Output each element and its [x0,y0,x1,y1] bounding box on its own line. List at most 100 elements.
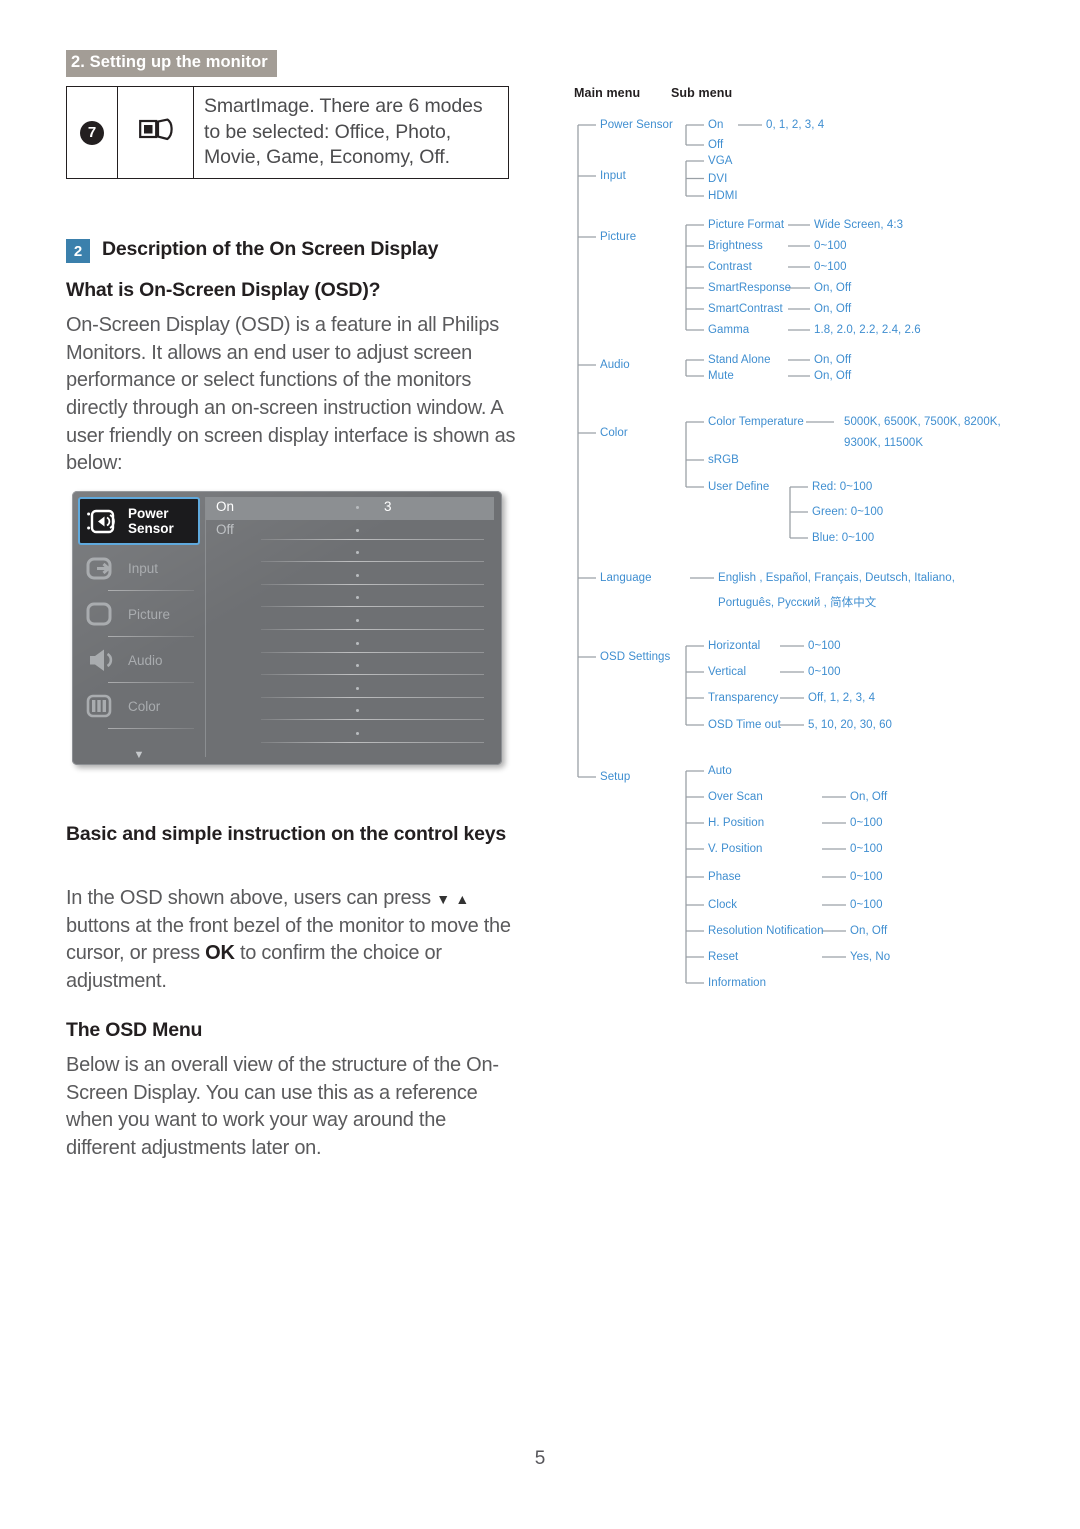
tree-main-audio: Audio [600,359,630,371]
osd-menu-item-power-sensor[interactable]: Power Sensor [78,497,200,545]
osd-menu-item-input[interactable]: Input [78,545,200,591]
tree-value-over-scan: On, Off [850,791,888,803]
tree-value-power-sensor-on: 0, 1, 2, 3, 4 [766,119,825,131]
key-description: SmartImage. There are 6 modes to be sele… [204,95,483,169]
picture-icon [84,599,122,629]
tree-sub-setup-phase: Phase [708,871,741,883]
osd-option-row [206,633,494,656]
running-header: 2. Setting up the monitor [66,50,277,77]
osd-menu-item-label: Picture [128,606,171,622]
tree-value-h-position: 0~100 [850,817,883,829]
tree-value-picture-format: Wide Screen, 4:3 [814,219,904,231]
osd-menu-item-label: Color [128,698,161,714]
tree-sub-audio-mute: Mute [708,370,734,382]
tree-sub-power-sensor-off: Off [708,139,724,151]
osd-option-dot [356,686,359,690]
tree-value-user-define-blue: Blue: 0~100 [812,532,875,544]
osd-screenshot-mock: Power Sensor Input Picture Audio Color ▼… [72,491,502,765]
tree-sub-osd-time-out: OSD Time out [708,719,781,731]
osd-option-dot [356,641,359,645]
osd-option-row [206,655,494,678]
osd-option-rule [261,674,484,676]
paragraph-control-keys: In the OSD shown above, users can press … [66,885,518,996]
tree-main-picture: Picture [600,231,637,243]
tree-sub-setup-over-scan: Over Scan [708,791,763,803]
osd-option-dot [356,506,359,509]
tree-sub-color-user-define: User Define [708,481,770,493]
osd-option-rule [261,561,484,563]
osd-option-rule [261,696,484,698]
section-badge: 2 [66,239,90,263]
osd-option-row [206,587,494,610]
tree-value-resolution-notification: On, Off [850,925,888,937]
osd-option-dot [356,528,359,532]
osd-menu-item-picture[interactable]: Picture [78,591,200,637]
tree-value-smartresponse: On, Off [814,282,852,294]
osd-option-row [206,542,494,565]
osd-option-row[interactable]: Off [206,520,494,543]
paragraph-control-keys-part-a: In the OSD shown above, users can press [66,887,437,909]
osd-option-label: On [216,499,235,514]
tree-value-stand-alone: On, Off [814,354,852,366]
osd-menu-item-label: Power Sensor [128,506,174,536]
tree-value-language-line2: Português, Русский , 简体中文 [718,597,877,609]
tree-sub-setup-resolution-notification: Resolution Notification [708,925,824,937]
osd-option-rule [261,628,484,630]
osd-option-row[interactable]: On 3 [206,497,494,520]
osd-option-rule [261,651,484,653]
tree-sub-audio-stand-alone: Stand Alone [708,354,771,366]
tree-sub-power-sensor-on: On [708,119,724,131]
control-key-table: 7 SmartImage. There are 6 modes to be se… [66,86,509,179]
tree-value-osd-transparency: Off, 1, 2, 3, 4 [808,692,876,704]
key-number-cell: 7 [67,87,118,178]
tree-sub-picture-contrast: Contrast [708,261,752,273]
sub-heading-osd-menu: The OSD Menu [66,1019,203,1041]
tree-main-language: Language [600,572,652,584]
osd-structure-tree: Main menu Sub menu Power Sensor Input Pi… [566,80,1066,1020]
tree-sub-osd-vertical: Vertical [708,666,747,678]
tree-value-gamma: 1.8, 2.0, 2.2, 2.4, 2.6 [814,324,921,336]
tree-main-color: Color [600,427,628,439]
osd-scroll-down-icon[interactable]: ▼ [78,749,200,761]
color-icon [84,691,122,721]
osd-menu-item-audio[interactable]: Audio [78,637,200,683]
tree-sub-osd-transparency: Transparency [708,692,779,704]
osd-menu-item-label: Input [128,560,159,576]
osd-option-dot [356,664,359,668]
osd-option-dot [356,618,359,622]
tree-value-user-define-green: Green: 0~100 [812,506,884,518]
osd-option-value: 3 [384,499,392,514]
tree-sub-setup-v-position: V. Position [708,843,763,855]
tree-sub-picture-smartcontrast: SmartContrast [708,303,783,315]
tree-sub-picture-gamma: Gamma [708,324,750,336]
osd-menu-list: Power Sensor Input Picture Audio Color ▼ [78,497,200,761]
key-number-badge: 7 [80,120,104,145]
osd-option-rule [261,606,484,608]
tree-main-setup: Setup [600,771,631,783]
tree-sub-picture-brightness: Brightness [708,240,763,252]
tree-sub-input-vga: VGA [708,155,733,167]
input-icon [84,553,122,583]
tree-value-osd-horizontal: 0~100 [808,640,841,652]
osd-option-rule [261,719,484,721]
tree-main-input: Input [600,170,626,182]
osd-option-row [206,565,494,588]
arrow-up-icon: ▲ [455,891,470,907]
tree-sub-input-hdmi: HDMI [708,190,738,202]
section-title: Description of the On Screen Display [102,238,439,260]
osd-menu-item-color[interactable]: Color [78,683,200,729]
tree-value-phase: 0~100 [850,871,883,883]
tree-header-main-menu: Main menu [574,86,641,100]
osd-option-row [206,678,494,701]
tree-value-smartcontrast: On, Off [814,303,852,315]
tree-value-osd-time-out: 5, 10, 20, 30, 60 [808,719,892,731]
osd-menu-item-label: Audio [128,652,163,668]
smartimage-icon [138,117,173,148]
tree-sub-input-dvi: DVI [708,172,728,185]
paragraph-osd-intro: On-Screen Display (OSD) is a feature in … [66,314,516,475]
tree-value-osd-vertical: 0~100 [808,666,841,678]
osd-option-row [206,700,494,723]
osd-option-dot [356,551,359,555]
osd-option-row [206,746,494,765]
tree-sub-picture-format: Picture Format [708,219,785,231]
